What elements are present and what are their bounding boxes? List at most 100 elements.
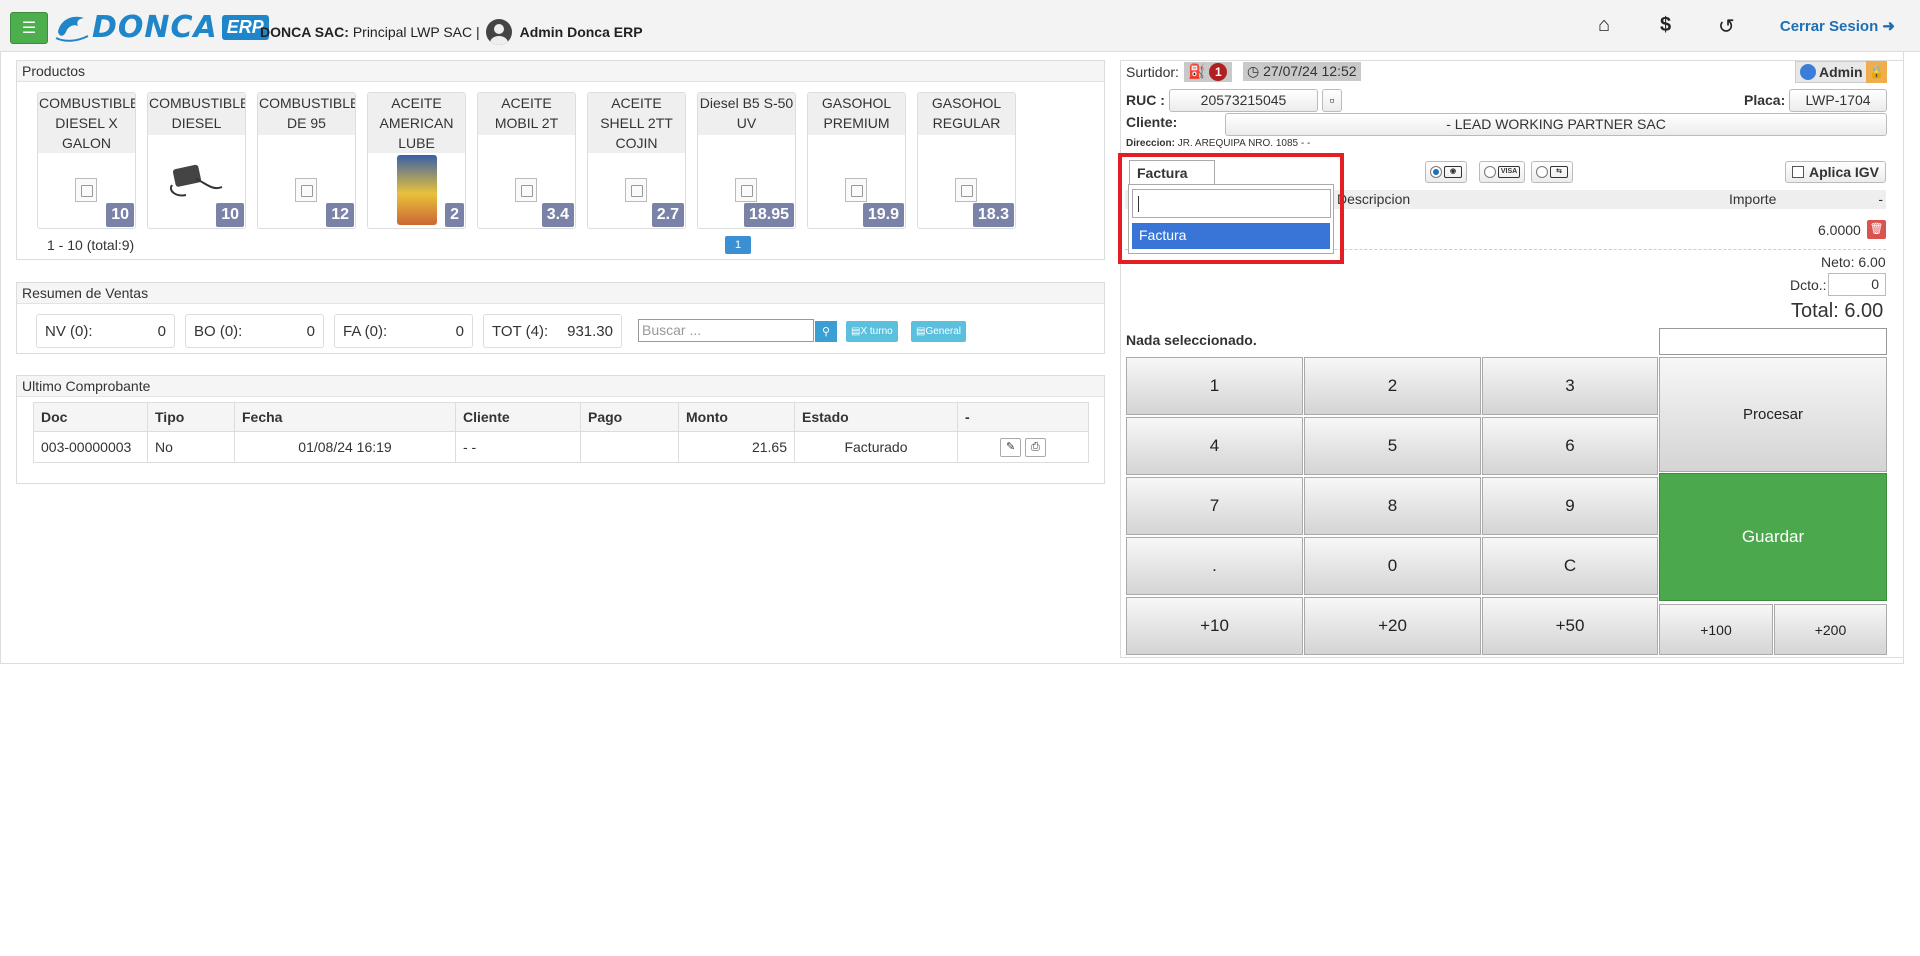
key-plus10[interactable]: +10 xyxy=(1126,597,1303,655)
admin-avatar-icon xyxy=(1800,64,1816,80)
key-2[interactable]: 2 xyxy=(1304,357,1481,415)
key-clear[interactable]: C xyxy=(1482,537,1658,595)
cell-doc: 003-00000003 xyxy=(33,431,148,463)
col-cliente: Cliente xyxy=(455,402,581,432)
product-name: COMBUSTIBLE DIESEL xyxy=(148,93,245,135)
key-plus200[interactable]: +200 xyxy=(1774,604,1887,655)
dollar-icon[interactable]: $ xyxy=(1660,14,1671,37)
direccion-label: Direccion: xyxy=(1126,138,1175,149)
lock-cycle-icon[interactable]: ↺ xyxy=(1718,14,1735,39)
general-button[interactable]: ▤General xyxy=(911,321,967,342)
doc-type-search-input[interactable] xyxy=(1132,189,1331,218)
keypad-display-input[interactable] xyxy=(1659,328,1887,355)
col-estado: Estado xyxy=(794,402,958,432)
key-7[interactable]: 7 xyxy=(1126,477,1303,535)
general-label: General xyxy=(925,326,962,337)
print-icon[interactable]: ⎙ xyxy=(1024,438,1046,457)
image-placeholder-icon xyxy=(75,178,97,202)
product-card[interactable]: ACEITE AMERICAN LUBE 2 xyxy=(367,92,466,229)
pay-visa[interactable]: VISA xyxy=(1479,161,1525,183)
product-card[interactable]: COMBUSTIBLE DIESEL 10 xyxy=(147,92,246,229)
logout-link[interactable]: Cerrar Sesion ➜ xyxy=(1780,17,1895,35)
key-plus20[interactable]: +20 xyxy=(1304,597,1481,655)
product-name: Diesel B5 S-50 UV xyxy=(698,93,795,135)
cliente-label: Cliente: xyxy=(1126,114,1178,130)
menu-toggle-button[interactable]: ☰ xyxy=(10,12,48,44)
product-price: 18.3 xyxy=(972,203,1014,227)
search-button[interactable]: ⚲ xyxy=(815,321,837,342)
datetime-badge: ◷ 27/07/24 12:52 xyxy=(1243,62,1361,81)
resumen-title: Resumen de Ventas xyxy=(17,283,1104,304)
key-0[interactable]: 0 xyxy=(1304,537,1481,595)
product-card[interactable]: COMBUSTIBLE DIESEL X GALON 10 xyxy=(37,92,136,229)
home-icon[interactable]: ⌂ xyxy=(1598,14,1610,37)
col-importe: Importe xyxy=(1729,191,1777,207)
image-placeholder-icon xyxy=(295,178,317,202)
admin-label: Admin xyxy=(1819,64,1863,80)
lock-icon[interactable]: 🔒 xyxy=(1866,61,1887,83)
summary-label: NV (0): xyxy=(45,322,93,340)
delete-trash-icon[interactable]: 🗑 xyxy=(1867,220,1886,239)
pay-cash[interactable]: ◉ xyxy=(1425,161,1467,183)
admin-button[interactable]: Admin xyxy=(1795,61,1868,83)
placa-field[interactable]: LWP-1704 xyxy=(1789,89,1887,112)
key-6[interactable]: 6 xyxy=(1482,417,1658,475)
summary-label: TOT (4): xyxy=(492,322,549,340)
cell-cliente: - - xyxy=(455,431,581,463)
product-price: 10 xyxy=(106,203,134,227)
x-turno-button[interactable]: ▤X turno xyxy=(846,321,898,342)
product-card[interactable]: GASOHOL REGULAR 18.3 xyxy=(917,92,1016,229)
product-card[interactable]: Diesel B5 S-50 UV 18.95 xyxy=(697,92,796,229)
dcto-input[interactable]: 0 xyxy=(1828,273,1886,296)
product-card[interactable]: ACEITE SHELL 2TT COJIN 2.7 xyxy=(587,92,686,229)
key-3[interactable]: 3 xyxy=(1482,357,1658,415)
logo: DONCA ERP xyxy=(54,9,269,45)
image-placeholder-icon xyxy=(955,178,977,202)
radio-cash[interactable] xyxy=(1430,166,1442,178)
guardar-button[interactable]: Guardar xyxy=(1659,473,1887,601)
key-9[interactable]: 9 xyxy=(1482,477,1658,535)
ultimo-title: Ultimo Comprobante xyxy=(17,376,1104,397)
doc-type-option[interactable]: Factura xyxy=(1132,223,1330,249)
surtidor-badge[interactable]: ⛽ 1 xyxy=(1184,62,1232,82)
product-price: 19.9 xyxy=(862,203,904,227)
key-4[interactable]: 4 xyxy=(1126,417,1303,475)
product-name: ACEITE SHELL 2TT COJIN xyxy=(588,93,685,153)
summary-value: 0 xyxy=(306,322,315,340)
product-name: COMBUSTIBLE DE 95 xyxy=(258,93,355,135)
clock-icon: ◷ xyxy=(1247,63,1260,79)
product-card[interactable]: COMBUSTIBLE DE 95 12 xyxy=(257,92,356,229)
cell-estado: Facturado xyxy=(794,431,958,463)
product-price: 18.95 xyxy=(743,203,794,227)
product-card[interactable]: GASOHOL PREMIUM 19.9 xyxy=(807,92,906,229)
neto: Neto: 6.00 xyxy=(1821,254,1886,270)
radio-visa[interactable] xyxy=(1484,166,1496,178)
product-card[interactable]: ACEITE MOBIL 2T 3.4 xyxy=(477,92,576,229)
pay-transfer[interactable]: ⇆ xyxy=(1531,161,1573,183)
radio-transfer[interactable] xyxy=(1536,166,1548,178)
product-name: GASOHOL PREMIUM xyxy=(808,93,905,135)
key-5[interactable]: 5 xyxy=(1304,417,1481,475)
surtidor-label: Surtidor: xyxy=(1126,64,1179,80)
aplica-igv-toggle[interactable]: Aplica IGV xyxy=(1785,161,1887,183)
ruc-field[interactable]: 20573215045 xyxy=(1169,89,1318,112)
product-name: GASOHOL REGULAR xyxy=(918,93,1015,135)
surtidor-number: 1 xyxy=(1209,63,1228,81)
col-actions: - xyxy=(957,402,1089,432)
pagination-page-1[interactable]: 1 xyxy=(725,236,751,254)
key-plus50[interactable]: +50 xyxy=(1482,597,1658,655)
search-input[interactable]: Buscar ... xyxy=(638,319,814,342)
key-8[interactable]: 8 xyxy=(1304,477,1481,535)
procesar-button[interactable]: Procesar xyxy=(1659,357,1887,472)
eraser-icon[interactable]: ▫ xyxy=(1322,89,1342,112)
key-1[interactable]: 1 xyxy=(1126,357,1303,415)
doc-type-select[interactable]: Factura xyxy=(1129,160,1215,185)
edit-pencil-icon[interactable]: ✎ xyxy=(1000,438,1022,457)
igv-checkbox[interactable] xyxy=(1792,166,1804,178)
company-branch: Principal LWP SAC | xyxy=(352,24,480,40)
cliente-field[interactable]: - LEAD WORKING PARTNER SAC xyxy=(1225,113,1887,136)
key-plus100[interactable]: +100 xyxy=(1659,604,1773,655)
col-pago: Pago xyxy=(580,402,679,432)
key-dot[interactable]: . xyxy=(1126,537,1303,595)
image-placeholder-icon xyxy=(625,178,647,202)
